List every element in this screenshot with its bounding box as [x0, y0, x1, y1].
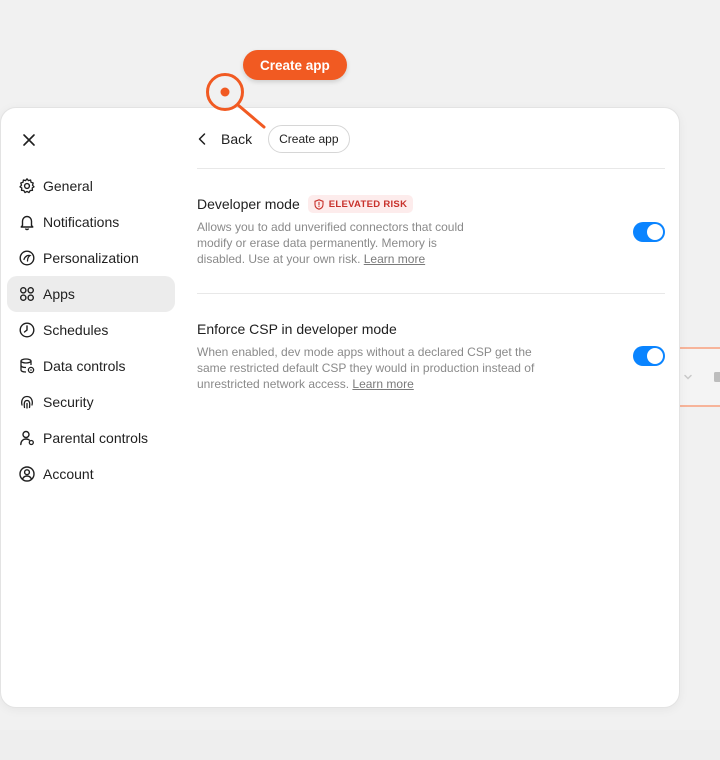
sidebar-item-label: Schedules	[43, 322, 109, 338]
divider	[197, 168, 665, 169]
badge-label: ELEVATED RISK	[328, 198, 408, 210]
sidebar-item-account[interactable]: Account	[7, 456, 175, 492]
panel-header: Back Create app	[197, 124, 665, 154]
fingerprint-icon	[21, 395, 33, 409]
developer-mode-toggle[interactable]	[633, 222, 665, 242]
sidebar-item-label: Data controls	[43, 358, 126, 374]
sidebar-item-security[interactable]: Security	[7, 384, 175, 420]
divider	[197, 293, 665, 294]
back-label: Back	[221, 131, 253, 147]
setting-title: Enforce CSP in developer mode	[197, 321, 397, 337]
clock-icon	[19, 322, 35, 338]
sidebar-item-label: Security	[43, 394, 94, 410]
sidebar-item-notifications[interactable]: Notifications	[7, 204, 175, 240]
sidebar-item-label: Personalization	[43, 250, 139, 266]
shield-alert-icon	[314, 198, 324, 210]
enforce-csp-setting: Enforce CSP in developer mode When enabl…	[197, 319, 665, 392]
chevron-down-icon	[684, 374, 692, 380]
parental-icon	[20, 430, 34, 446]
sidebar-item-schedules[interactable]: Schedules	[7, 312, 175, 348]
back-button[interactable]: Back	[197, 131, 252, 147]
gear-icon	[19, 178, 35, 194]
setting-description: Allows you to add unverified connectors …	[197, 219, 487, 267]
sidebar-item-label: Parental controls	[43, 430, 149, 446]
sidebar-item-personalization[interactable]: Personalization	[7, 240, 175, 276]
toggle-knob	[647, 348, 663, 364]
setting-title: Developer mode	[197, 196, 300, 212]
settings-sidebar: General Notifications Personalization Ap…	[7, 168, 175, 492]
background-strip	[0, 730, 720, 760]
settings-dialog: General Notifications Personalization Ap…	[0, 107, 680, 708]
sidebar-item-label: Apps	[43, 286, 75, 302]
sidebar-item-parental-controls[interactable]: Parental controls	[7, 420, 175, 456]
sidebar-item-general[interactable]: General	[7, 168, 175, 204]
thumbs-icon	[714, 372, 720, 382]
setting-description: When enabled, dev mode apps without a de…	[197, 344, 537, 392]
create-app-button[interactable]: Create app	[268, 125, 350, 153]
apps-grid-icon	[20, 287, 35, 302]
close-button[interactable]	[17, 128, 41, 152]
database-icon	[20, 358, 35, 374]
sidebar-item-apps[interactable]: Apps	[7, 276, 175, 312]
enforce-csp-toggle[interactable]	[633, 346, 665, 366]
learn-more-link[interactable]: Learn more	[364, 252, 425, 266]
developer-mode-setting: Developer mode ELEVATED RISK Allows you …	[197, 194, 665, 267]
close-icon	[23, 134, 35, 146]
account-icon	[19, 466, 35, 482]
elevated-risk-badge: ELEVATED RISK	[307, 195, 414, 213]
bell-icon	[20, 215, 34, 231]
sidebar-item-data-controls[interactable]: Data controls	[7, 348, 175, 384]
sidebar-item-label: Notifications	[43, 214, 120, 230]
learn-more-link[interactable]: Learn more	[352, 377, 413, 391]
sidebar-item-label: General	[43, 178, 93, 194]
callout-label: Create app	[260, 57, 330, 73]
create-app-callout: Create app	[243, 50, 347, 80]
personalization-icon	[19, 250, 35, 266]
toggle-knob	[647, 224, 663, 240]
sidebar-item-label: Account	[43, 466, 94, 482]
chevron-left-icon	[198, 133, 206, 145]
